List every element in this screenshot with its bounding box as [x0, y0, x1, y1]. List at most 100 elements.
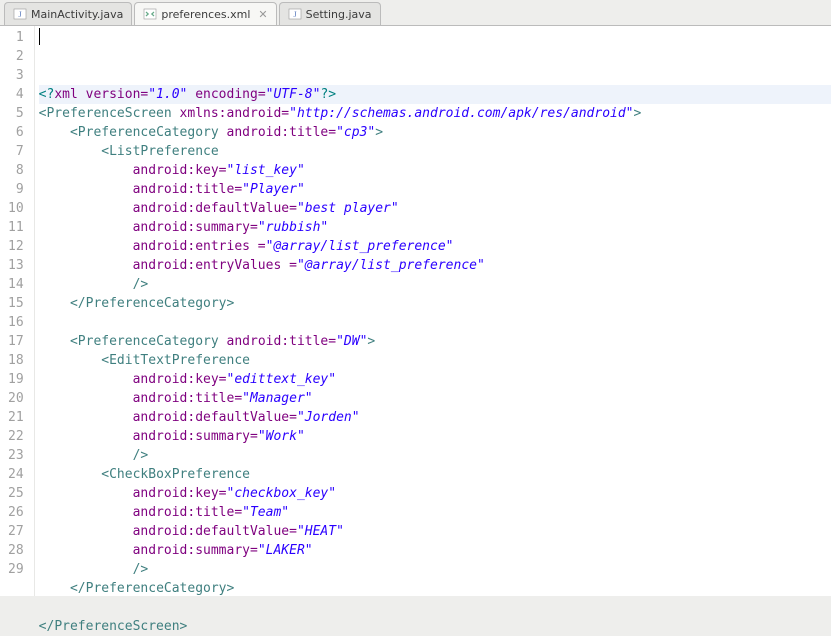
line-number: 18: [8, 351, 24, 370]
line-number: 23: [8, 446, 24, 465]
code-token: "DW": [336, 334, 367, 349]
code-token: [39, 353, 102, 368]
code-token: android:key=: [133, 372, 227, 387]
code-token: android:summary=: [133, 220, 258, 235]
code-token: "edittext_key": [227, 372, 337, 387]
code-token: "checkbox_key": [227, 486, 337, 501]
code-token: android:title=: [133, 182, 243, 197]
editor-tab-setting-java[interactable]: JSetting.java: [279, 2, 381, 25]
line-number: 20: [8, 389, 24, 408]
editor-tab-mainactivity-java[interactable]: J MainActivity.java: [4, 2, 132, 25]
line-number: 15: [8, 294, 24, 313]
line-number: 4: [8, 85, 24, 104]
code-token: [219, 334, 227, 349]
code-line[interactable]: />: [39, 446, 831, 465]
line-number: 28: [8, 541, 24, 560]
code-line[interactable]: android:key="list_key": [39, 161, 831, 180]
line-number: 27: [8, 522, 24, 541]
code-line[interactable]: android:entryValues ="@array/list_prefer…: [39, 256, 831, 275]
code-line[interactable]: <PreferenceScreen xmlns:android="http://…: [39, 104, 831, 123]
code-line[interactable]: </PreferenceCategory>: [39, 294, 831, 313]
code-token: </: [70, 296, 86, 311]
code-line[interactable]: android:summary="rubbish": [39, 218, 831, 237]
line-number: 11: [8, 218, 24, 237]
code-token: "@array/list_preference": [297, 258, 485, 273]
svg-text:J: J: [293, 10, 296, 19]
code-line[interactable]: <?xml version="1.0" encoding="UTF-8"?>: [39, 85, 831, 104]
code-line[interactable]: android:key="checkbox_key": [39, 484, 831, 503]
code-token: [39, 448, 133, 463]
code-token: >: [634, 106, 642, 121]
code-token: android:title=: [227, 125, 337, 140]
line-number-gutter: 1234567891011121314151617181920212223242…: [0, 26, 35, 596]
code-token: ListPreference: [109, 144, 219, 159]
code-token: >: [375, 125, 383, 140]
code-token: android:defaultValue=: [133, 201, 297, 216]
code-token: [39, 220, 133, 235]
code-token: <?: [39, 87, 55, 102]
code-line[interactable]: android:defaultValue="best player": [39, 199, 831, 218]
line-number: 29: [8, 560, 24, 579]
code-token: [39, 524, 133, 539]
code-line[interactable]: <CheckBoxPreference: [39, 465, 831, 484]
code-line[interactable]: [39, 598, 831, 617]
code-line[interactable]: android:key="edittext_key": [39, 370, 831, 389]
editor-tab-bar: J MainActivity.java preferences.xml ✕ JSetti…: [0, 0, 831, 26]
code-line[interactable]: <EditTextPreference: [39, 351, 831, 370]
code-editor[interactable]: 1234567891011121314151617181920212223242…: [0, 26, 831, 596]
code-line[interactable]: android:defaultValue="HEAT": [39, 522, 831, 541]
code-line[interactable]: <PreferenceCategory android:title="DW">: [39, 332, 831, 351]
code-token: PreferenceScreen: [54, 619, 179, 634]
code-token: android:entries =: [133, 239, 266, 254]
line-number: 25: [8, 484, 24, 503]
code-token: [39, 543, 133, 558]
code-token: "UTF-8": [266, 87, 321, 102]
code-line[interactable]: <PreferenceCategory android:title="cp3">: [39, 123, 831, 142]
code-line[interactable]: </PreferenceCategory>: [39, 579, 831, 598]
code-line[interactable]: </PreferenceScreen>: [39, 617, 831, 636]
tab-label: preferences.xml: [161, 8, 250, 21]
code-token: [39, 201, 133, 216]
svg-text:J: J: [18, 10, 21, 19]
code-token: <: [70, 334, 78, 349]
code-token: encoding=: [187, 87, 265, 102]
code-token: "Team": [242, 505, 289, 520]
java-file-icon: J: [13, 7, 27, 21]
code-token: "best player": [297, 201, 399, 216]
code-line[interactable]: android:summary="Work": [39, 427, 831, 446]
line-number: 3: [8, 66, 24, 85]
code-token: "HEAT": [297, 524, 344, 539]
code-token: <: [101, 467, 109, 482]
line-number: 17: [8, 332, 24, 351]
editor-tab-preferences-xml[interactable]: preferences.xml ✕: [134, 2, 276, 25]
code-token: [39, 391, 133, 406]
code-line[interactable]: />: [39, 560, 831, 579]
code-line[interactable]: android:title="Team": [39, 503, 831, 522]
line-number: 10: [8, 199, 24, 218]
code-line[interactable]: />: [39, 275, 831, 294]
code-token: xmlns:android=: [180, 106, 290, 121]
code-token: [39, 410, 133, 425]
code-line[interactable]: android:title="Player": [39, 180, 831, 199]
tab-label: MainActivity.java: [31, 8, 123, 21]
code-token: "http://schemas.android.com/apk/res/andr…: [289, 106, 633, 121]
code-line[interactable]: android:summary="LAKER": [39, 541, 831, 560]
code-token: android:entryValues =: [133, 258, 297, 273]
line-number: 6: [8, 123, 24, 142]
code-line[interactable]: android:entries ="@array/list_preference…: [39, 237, 831, 256]
close-icon[interactable]: ✕: [258, 8, 267, 21]
line-number: 24: [8, 465, 24, 484]
code-token: [39, 429, 133, 444]
code-area[interactable]: <?xml version="1.0" encoding="UTF-8"?><P…: [35, 26, 831, 596]
code-token: PreferenceCategory: [86, 581, 227, 596]
code-line[interactable]: [39, 313, 831, 332]
code-token: PreferenceCategory: [78, 334, 219, 349]
code-line[interactable]: android:defaultValue="Jorden": [39, 408, 831, 427]
code-token: [219, 125, 227, 140]
code-line[interactable]: <ListPreference: [39, 142, 831, 161]
code-token: [39, 163, 133, 178]
code-line[interactable]: android:title="Manager": [39, 389, 831, 408]
code-token: "list_key": [227, 163, 305, 178]
line-number: 14: [8, 275, 24, 294]
xml-file-icon: [143, 7, 157, 21]
